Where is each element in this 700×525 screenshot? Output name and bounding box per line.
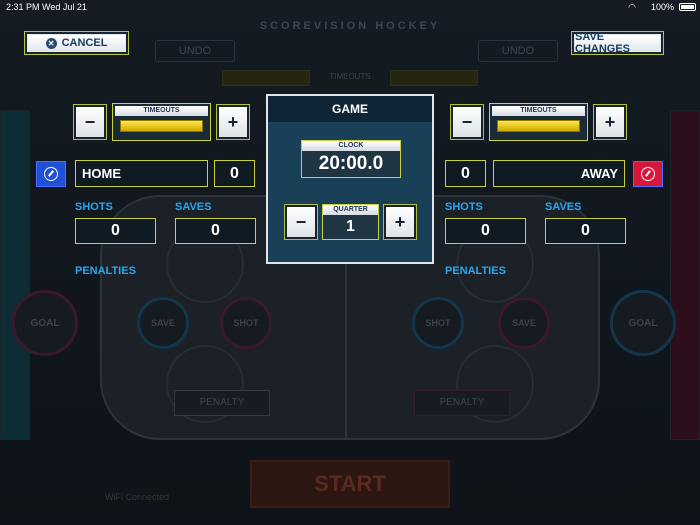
home-timeouts-bar xyxy=(120,120,203,132)
bg-save-button-home: SAVE xyxy=(137,297,189,349)
bg-footer-status: WiFi Connected xyxy=(105,492,170,502)
away-shots-label: SHOTS xyxy=(445,201,483,213)
bg-timeouts-bar-away xyxy=(390,70,478,86)
away-saves-field[interactable]: 0 xyxy=(545,218,626,244)
wifi-icon: ◠ xyxy=(628,2,636,12)
bg-goal-button-away: GOAL xyxy=(610,290,676,356)
bg-shot-button-home: SHOT xyxy=(220,297,272,349)
home-shots-field[interactable]: 0 xyxy=(75,218,156,244)
bg-save-button-away: SAVE xyxy=(498,297,550,349)
status-time: 2:31 PM xyxy=(6,2,40,12)
home-score-field[interactable]: 0 xyxy=(214,160,255,187)
clock-field[interactable]: CLOCK 20:00.0 xyxy=(301,140,401,178)
bg-timeouts-bar-home xyxy=(222,70,310,86)
bg-penalty-button-home: PENALTY xyxy=(174,390,270,416)
clock-value: 20:00.0 xyxy=(318,153,384,174)
home-timeouts-decrement-button[interactable]: − xyxy=(73,104,107,140)
bg-start-button: START xyxy=(250,460,450,508)
away-timeouts-label: TIMEOUTS xyxy=(492,106,585,116)
away-shots-field[interactable]: 0 xyxy=(445,218,526,244)
cancel-label: CANCEL xyxy=(61,37,108,49)
app-title: SCOREVISION HOCKEY xyxy=(259,20,441,32)
bg-side-panel-right xyxy=(670,110,700,440)
home-timeouts-field[interactable]: TIMEOUTS xyxy=(112,103,211,141)
quarter-label: QUARTER xyxy=(323,205,378,215)
bg-goal-button-home: GOAL xyxy=(12,290,78,356)
bg-side-panel-left xyxy=(0,110,30,440)
compass-icon xyxy=(44,167,58,181)
home-saves-field[interactable]: 0 xyxy=(175,218,256,244)
away-timeouts-bar xyxy=(497,120,580,132)
home-saves-label: SAVES xyxy=(175,201,212,213)
close-icon: ✕ xyxy=(45,37,57,49)
cancel-button[interactable]: ✕ CANCEL xyxy=(24,31,129,55)
bg-penalty-button-away: PENALTY xyxy=(414,390,510,416)
save-changes-label: SAVE CHANGES xyxy=(575,31,631,55)
home-penalties-label: PENALTIES xyxy=(75,265,136,277)
home-timeouts-label: TIMEOUTS xyxy=(115,106,208,116)
away-timeouts-field[interactable]: TIMEOUTS xyxy=(489,103,588,141)
quarter-field[interactable]: QUARTER 1 xyxy=(322,204,379,240)
game-title: GAME xyxy=(268,96,432,122)
home-timeouts-increment-button[interactable]: + xyxy=(216,104,250,140)
away-saves-label: SAVES xyxy=(545,201,582,213)
status-battery-text: 100% xyxy=(650,2,674,12)
bg-shot-button-away: SHOT xyxy=(412,297,464,349)
away-color-button[interactable] xyxy=(633,161,663,187)
quarter-increment-button[interactable]: + xyxy=(383,204,417,240)
away-timeouts-decrement-button[interactable]: − xyxy=(450,104,484,140)
home-shots-label: SHOTS xyxy=(75,201,113,213)
status-date: Wed Jul 21 xyxy=(42,2,87,12)
compass-icon xyxy=(641,167,655,181)
away-timeouts-increment-button[interactable]: + xyxy=(593,104,627,140)
clock-label: CLOCK xyxy=(302,141,400,151)
home-team-name-field[interactable]: HOME xyxy=(75,160,208,187)
away-score-field[interactable]: 0 xyxy=(445,160,486,187)
quarter-value: 1 xyxy=(346,218,355,235)
away-team-name-field[interactable]: AWAY xyxy=(493,160,625,187)
bg-timeouts-label: TIMEOUTS xyxy=(329,72,371,81)
game-dialog: GAME CLOCK 20:00.0 − QUARTER 1 + xyxy=(266,94,434,264)
bg-undo-button-away: UNDO xyxy=(478,40,558,62)
quarter-decrement-button[interactable]: − xyxy=(284,204,318,240)
away-penalties-label: PENALTIES xyxy=(445,265,506,277)
battery-icon xyxy=(679,3,696,11)
bg-undo-button-home: UNDO xyxy=(155,40,235,62)
home-color-button[interactable] xyxy=(36,161,66,187)
save-changes-button[interactable]: SAVE CHANGES xyxy=(571,31,664,55)
